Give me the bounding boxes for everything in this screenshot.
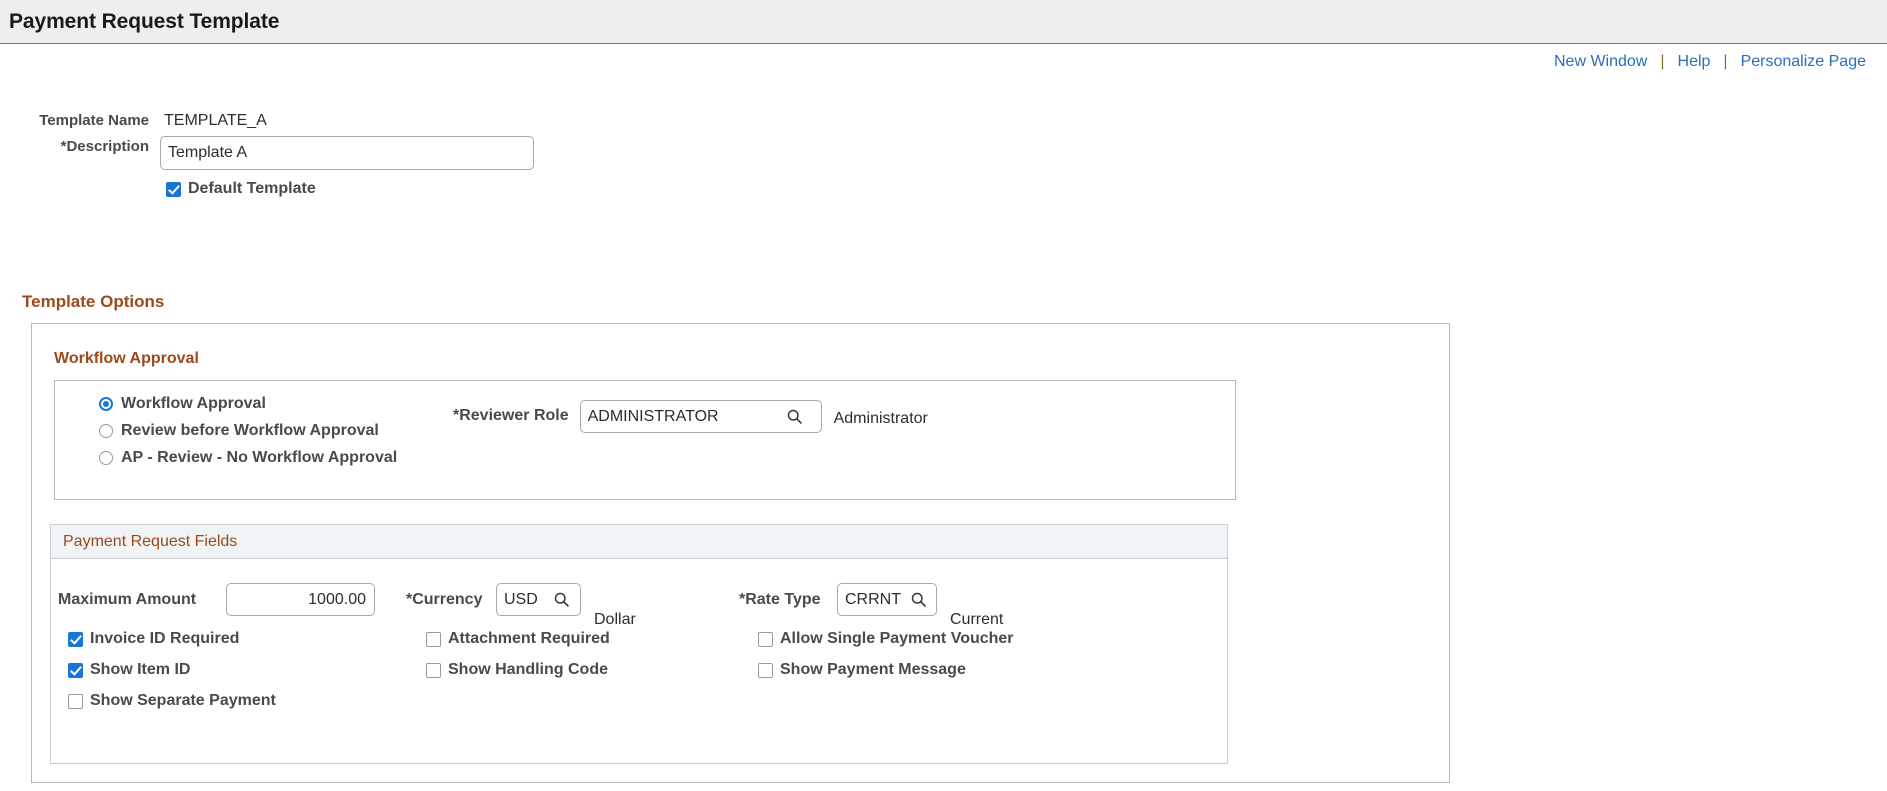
page-title: Payment Request Template [9, 9, 280, 33]
review-before-workflow-approval-radio[interactable] [99, 424, 113, 438]
invoice-id-required-checkbox[interactable] [68, 631, 83, 647]
show-separate-payment-checkbox[interactable] [68, 693, 83, 709]
currency-label: *Currency [406, 591, 483, 608]
checkbox-show-handling-code[interactable]: Show Handling Code [426, 661, 608, 679]
currency-input[interactable] [504, 590, 550, 609]
checkbox-label: Allow Single Payment Voucher [780, 630, 1014, 647]
template-options-panel: Workflow Approval Workflow Approval Revi… [31, 323, 1450, 783]
show-payment-message-checkbox[interactable] [758, 662, 773, 678]
radio-option-review-before[interactable]: Review before Workflow Approval [99, 422, 397, 440]
maximum-amount-label: Maximum Amount [58, 591, 197, 608]
checkbox-attachment-required[interactable]: Attachment Required [426, 630, 610, 648]
reviewer-role-label: *Reviewer Role [453, 407, 569, 424]
radio-option-ap-review[interactable]: AP - Review - No Workflow Approval [99, 449, 397, 467]
payment-request-fields-header: Payment Request Fields [51, 525, 1227, 559]
workflow-approval-heading: Workflow Approval [54, 350, 199, 374]
template-name-row: Template Name TEMPLATE_A [0, 110, 1887, 132]
template-options-title: Template Options [22, 292, 165, 311]
attachment-required-checkbox[interactable] [426, 631, 441, 647]
workflow-approval-radio[interactable] [99, 397, 113, 411]
allow-single-payment-voucher-checkbox[interactable] [758, 631, 773, 647]
checkbox-show-payment-message[interactable]: Show Payment Message [758, 661, 966, 679]
rate-type-description: Current [950, 611, 1004, 628]
payment-request-fields-body: Maximum Amount *Currency Dollar *Rate Ty… [51, 559, 1227, 763]
show-item-id-checkbox[interactable] [68, 662, 83, 678]
description-row: *Description [0, 136, 1887, 170]
checkbox-invoice-id-required[interactable]: Invoice ID Required [68, 630, 239, 648]
default-template-checkbox-group[interactable]: Default Template [160, 180, 316, 198]
ap-review-no-workflow-approval-radio[interactable] [99, 451, 113, 465]
search-icon[interactable] [784, 406, 806, 428]
maximum-amount-input[interactable] [226, 583, 375, 616]
workflow-approval-box: Workflow Approval Review before Workflow… [54, 380, 1236, 500]
description-input[interactable] [160, 136, 534, 170]
radio-option-label: Workflow Approval [121, 395, 266, 412]
default-template-row: Default Template [0, 180, 1887, 198]
rate-type-label: *Rate Type [739, 591, 821, 608]
template-name-label: Template Name [39, 112, 149, 129]
personalize-page-link[interactable]: Personalize Page [1741, 53, 1866, 71]
template-options-heading: Template Options [22, 292, 164, 318]
new-window-link[interactable]: New Window [1554, 53, 1647, 71]
reviewer-role-field-group: *Reviewer Role Administrator [453, 400, 928, 435]
utility-links-bar: New Window | Help | Personalize Page [0, 44, 1887, 80]
link-separator: | [1723, 53, 1728, 70]
checkbox-label: Attachment Required [448, 630, 610, 647]
link-separator: | [1660, 53, 1665, 70]
rate-type-input[interactable] [845, 590, 907, 609]
currency-description: Dollar [594, 611, 636, 628]
reviewer-role-lookup[interactable] [579, 400, 822, 433]
checkbox-label: Show Handling Code [448, 661, 608, 678]
payment-request-fields-box: Payment Request Fields Maximum Amount *C… [50, 524, 1228, 764]
template-identification-form: Template Name TEMPLATE_A *Description De… [0, 110, 1887, 198]
checkbox-label: Show Payment Message [780, 661, 966, 678]
radio-option-workflow-approval[interactable]: Workflow Approval [99, 395, 397, 413]
help-link[interactable]: Help [1678, 53, 1711, 71]
reviewer-role-input[interactable] [587, 407, 784, 426]
workflow-approval-title: Workflow Approval [54, 350, 199, 367]
search-icon[interactable] [907, 589, 929, 611]
default-template-label: Default Template [188, 180, 316, 197]
checkbox-label: Invoice ID Required [90, 630, 240, 647]
checkbox-show-item-id[interactable]: Show Item ID [68, 661, 190, 679]
checkbox-label: Show Item ID [90, 661, 191, 678]
checkbox-label: Show Separate Payment [90, 692, 276, 709]
workflow-approval-radio-group[interactable]: Workflow Approval Review before Workflow… [99, 395, 397, 467]
checkbox-allow-single-payment-voucher[interactable]: Allow Single Payment Voucher [758, 630, 1014, 648]
template-name-value: TEMPLATE_A [164, 112, 267, 129]
radio-option-label: AP - Review - No Workflow Approval [121, 449, 398, 466]
description-label: *Description [60, 138, 149, 155]
default-template-checkbox[interactable] [166, 181, 181, 197]
show-handling-code-checkbox[interactable] [426, 662, 441, 678]
radio-option-label: Review before Workflow Approval [121, 422, 379, 439]
reviewer-role-description: Administrator [833, 410, 928, 427]
page-header: Payment Request Template [0, 0, 1887, 44]
currency-lookup[interactable] [496, 583, 581, 616]
rate-type-lookup[interactable] [837, 583, 937, 616]
payment-request-fields-title: Payment Request Fields [63, 532, 238, 550]
search-icon[interactable] [550, 589, 572, 611]
checkbox-show-separate-payment[interactable]: Show Separate Payment [68, 692, 276, 710]
